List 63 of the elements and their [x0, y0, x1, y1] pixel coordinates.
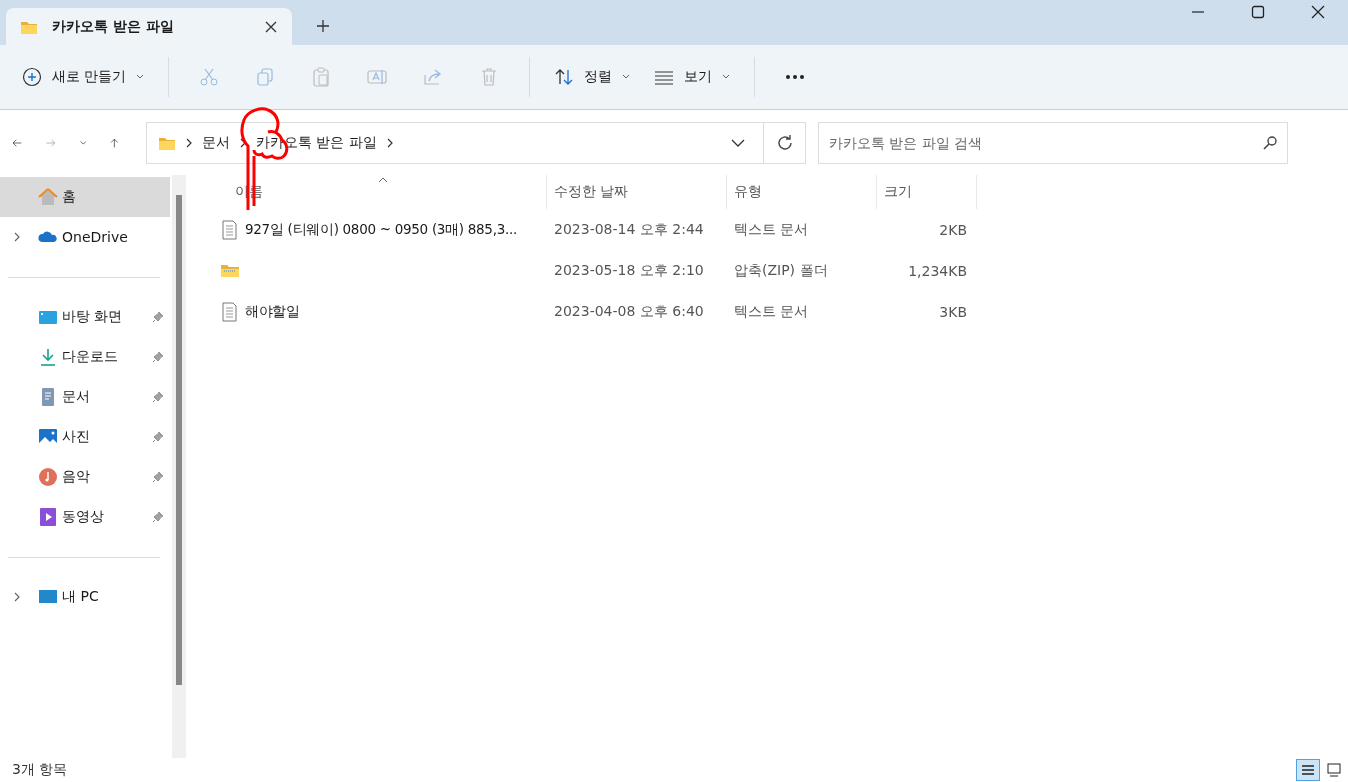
sort-arrows-icon — [554, 67, 575, 87]
tiles-view-icon — [1326, 762, 1342, 778]
table-cell-text: 압축(ZIP) 폴더 — [733, 261, 829, 280]
chevron-right-icon — [240, 137, 246, 148]
sidebar-item[interactable]: 바탕 화면 — [0, 297, 170, 337]
new-button[interactable]: 새로 만들기 — [12, 59, 155, 95]
sidebar-item[interactable]: 다운로드 — [0, 337, 170, 377]
clipboard-icon — [311, 67, 332, 87]
scrollbar-thumb[interactable] — [176, 195, 182, 685]
scissors-icon — [199, 67, 220, 87]
caret-icon — [136, 74, 145, 80]
sidebar-item[interactable]: 문서 — [0, 377, 170, 417]
view-toggle-button[interactable] — [1296, 759, 1320, 781]
view-button[interactable]: 보기 — [644, 59, 741, 95]
breadcrumb-link[interactable]: 문서 — [202, 133, 230, 152]
search-icon[interactable] — [1262, 134, 1278, 151]
download-arrow-icon — [38, 347, 58, 367]
text-file-icon — [220, 219, 240, 240]
table-cell-text: 2023-05-18 오후 2:10 — [553, 261, 705, 280]
picture-frame-icon — [38, 427, 58, 447]
table-cell-text: 텍스트 문서 — [733, 302, 810, 321]
text-file-icon — [220, 301, 240, 322]
sidebar-item[interactable]: OneDrive — [0, 217, 170, 257]
add-tab-icon[interactable] — [316, 19, 330, 33]
music-note-icon — [38, 467, 58, 487]
table-cell-text: 1,234KB — [907, 262, 968, 279]
table-cell-text: 텍스트 문서 — [733, 220, 810, 239]
sort-caret-icon — [378, 177, 388, 183]
table-cell-text: 2KB — [938, 221, 968, 238]
refresh-icon — [775, 133, 794, 152]
sidebar-item[interactable]: 동영상 — [0, 497, 170, 537]
column-header[interactable]: 수정한 날짜 — [547, 175, 727, 209]
sidebar-item[interactable]: 홈 — [0, 177, 170, 217]
rename-icon — [367, 67, 388, 87]
sidebar-item[interactable]: 음악 — [0, 457, 170, 497]
caret-icon — [622, 74, 631, 80]
search-field[interactable]: 카카오톡 받은 파일 검색 — [818, 121, 1288, 164]
file-name[interactable]: 927일 (티웨이) 0800 ~ 0950 (3매) 885,3... — [245, 220, 517, 239]
chevron-down-icon[interactable] — [731, 138, 745, 147]
refresh-button[interactable] — [764, 121, 806, 164]
sidebar-item[interactable]: 내 PC — [0, 577, 170, 617]
chevron-right-icon — [386, 137, 393, 148]
table-cell-text: 2023-04-08 오후 6:40 — [553, 302, 705, 321]
film-icon — [38, 507, 58, 527]
column-header[interactable]: 크기 — [877, 175, 977, 209]
item-count: 3개 항목 — [12, 761, 68, 779]
details-view-icon — [1300, 762, 1316, 778]
file-name[interactable]: 해야할일 — [245, 302, 300, 321]
more-icon — [785, 74, 806, 80]
table-cell-text: 2023-08-14 오후 2:44 — [553, 220, 705, 239]
column-header[interactable]: 유형 — [727, 175, 877, 209]
chevron-right-icon — [186, 137, 192, 148]
sort-button[interactable]: 정렬 — [544, 59, 641, 95]
copy-icon — [255, 67, 276, 87]
close-icon[interactable] — [1311, 5, 1325, 19]
maximize-icon[interactable] — [1251, 5, 1265, 19]
plus-circle-icon — [22, 67, 42, 87]
table-cell-text: 3KB — [938, 303, 968, 320]
window-tab[interactable]: 카카오톡 받은 파일 — [6, 8, 292, 45]
house-icon — [38, 187, 58, 207]
caret-icon — [722, 74, 731, 80]
sidebar-item[interactable]: 사진 — [0, 417, 170, 457]
close-icon[interactable] — [264, 19, 278, 34]
